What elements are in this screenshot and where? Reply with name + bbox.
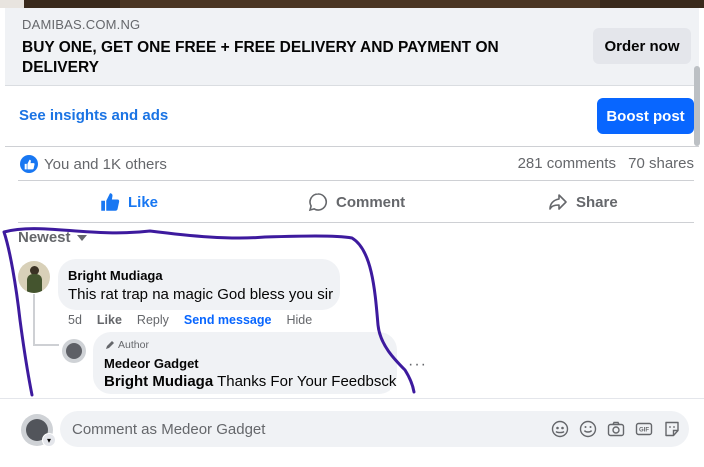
like-button-label: Like: [128, 193, 159, 211]
boost-post-button[interactable]: Boost post: [597, 98, 694, 134]
sticker-icon[interactable]: [662, 419, 682, 439]
engagement-counts: 281 comments 70 shares: [510, 155, 694, 172]
reply-author[interactable]: Medeor Gadget: [104, 356, 199, 371]
reactions-summary-row: You and 1K others 281 comments 70 shares: [18, 150, 694, 181]
shares-count[interactable]: 70 shares: [628, 155, 694, 172]
reply-message: Thanks For Your Feedbsck: [217, 373, 397, 390]
comment-button-label: Comment: [336, 193, 406, 211]
comment-composer: ▾ GIF: [0, 398, 704, 467]
emoji-icon[interactable]: [578, 419, 598, 439]
chevron-down-icon: [76, 234, 87, 241]
comment-author[interactable]: Bright Mudiaga: [68, 268, 163, 283]
reply-thread-connector: [33, 344, 59, 346]
comment-sort-dropdown[interactable]: Newest: [18, 229, 87, 246]
composer-tools: GIF: [550, 419, 690, 439]
link-domain: DAMIBAS.COM.NG: [22, 17, 141, 32]
avatar[interactable]: [62, 339, 86, 363]
comment-icon: [308, 193, 327, 212]
share-button[interactable]: Share: [548, 182, 618, 222]
svg-text:GIF: GIF: [639, 428, 649, 434]
avatar[interactable]: [18, 261, 50, 293]
comment-text: This rat trap na magic God bless you sir: [68, 286, 334, 303]
post-media-strip: [0, 0, 704, 8]
comment-meta: 5d Like Reply Send message Hide: [68, 313, 327, 327]
comments-count[interactable]: 281 comments: [518, 155, 616, 172]
comment-reply-link[interactable]: Reply: [137, 313, 169, 327]
camera-icon[interactable]: [606, 419, 626, 439]
author-badge: Author: [105, 339, 149, 351]
see-insights-link[interactable]: See insights and ads: [19, 107, 168, 124]
reply-thread-line: [33, 294, 35, 346]
comment-time[interactable]: 5d: [68, 313, 82, 327]
hide-comment-link[interactable]: Hide: [286, 313, 312, 327]
thumbs-up-icon: [101, 193, 120, 211]
link-preview-card[interactable]: DAMIBAS.COM.NG BUY ONE, GET ONE FREE + F…: [5, 8, 699, 86]
pencil-icon: [106, 341, 114, 349]
reaction-summary-text[interactable]: You and 1K others: [44, 156, 167, 173]
like-button[interactable]: Like: [100, 182, 158, 222]
chevron-down-icon[interactable]: ▾: [42, 433, 56, 447]
order-now-button[interactable]: Order now: [593, 28, 691, 64]
insights-row: See insights and ads Boost post: [5, 86, 699, 147]
comment-button[interactable]: Comment: [308, 182, 405, 222]
send-message-link[interactable]: Send message: [184, 313, 272, 327]
reply-text: Bright Mudiaga Thanks For Your Feedbsck: [104, 373, 396, 390]
share-icon: [549, 194, 567, 210]
reply-mention[interactable]: Bright Mudiaga: [104, 373, 213, 390]
avatar-icon[interactable]: [550, 419, 570, 439]
share-button-label: Share: [576, 193, 618, 211]
more-options-icon[interactable]: ···: [408, 356, 427, 374]
link-title[interactable]: BUY ONE, GET ONE FREE + FREE DELIVERY AN…: [22, 38, 542, 78]
comment-sort-label: Newest: [18, 229, 71, 246]
reply-bubble: Author Medeor Gadget Bright Mudiaga Than…: [93, 332, 397, 394]
comment-like-link[interactable]: Like: [97, 313, 122, 327]
comment-bubble: Bright Mudiaga This rat trap na magic Go…: [58, 259, 340, 310]
author-badge-label: Author: [118, 339, 149, 351]
like-reaction-icon: [20, 155, 38, 173]
gif-icon[interactable]: GIF: [634, 419, 654, 439]
post-action-bar: Like Comment Share: [18, 182, 694, 223]
